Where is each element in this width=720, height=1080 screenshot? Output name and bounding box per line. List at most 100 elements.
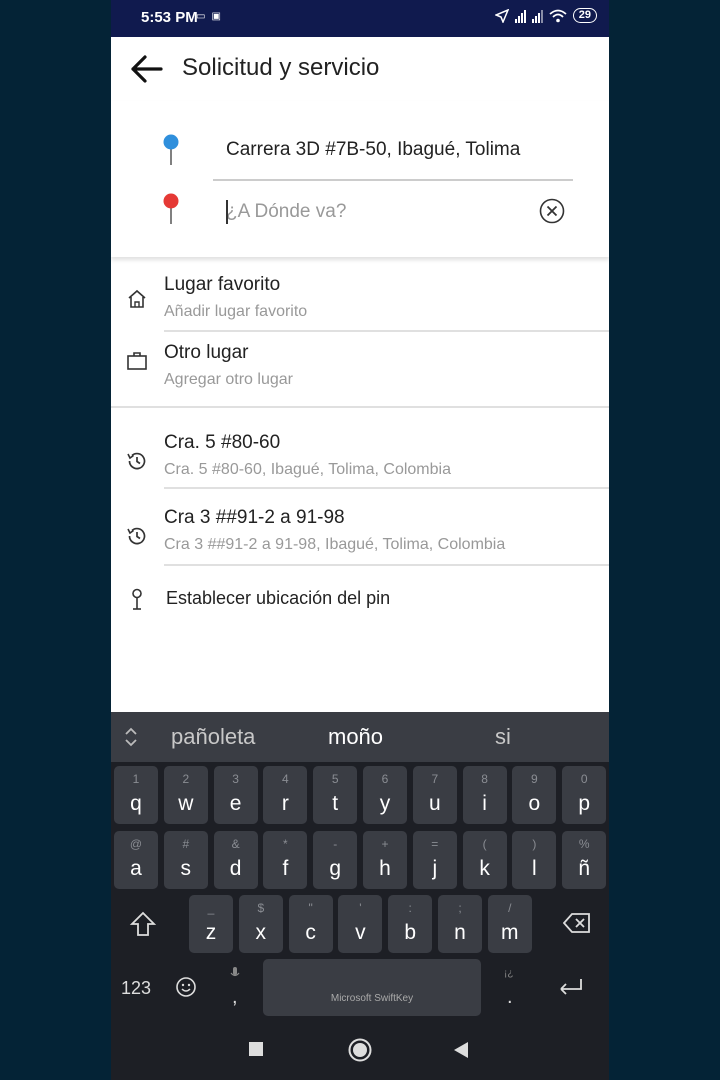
key-secondary-label: 7 [431,772,439,786]
list-item-title: Cra 3 ##91-2 a 91-98 [164,507,345,528]
key-label: g [329,857,342,880]
key-label: j [432,857,438,880]
wifi-icon [549,9,567,22]
key-secondary-label: 0 [580,772,588,786]
key-f[interactable]: * f [263,831,308,889]
pin-icon [132,588,142,610]
key-a[interactable]: @ a [114,831,158,889]
key-label: i [482,792,487,815]
key-m[interactable]: / m [487,895,532,953]
origin-field[interactable]: Carrera 3D #7B-50, Ibagué, Tolima [226,139,520,161]
key-secondary-label: / [508,901,512,915]
key-secondary-label: 6 [381,772,389,786]
key-secondary-label: 1 [132,772,140,786]
other-place-item[interactable]: Otro lugar Agregar otro lugar [111,332,609,404]
key-o[interactable]: 9o [512,766,557,824]
history-icon [127,527,146,545]
key-label: q [130,792,142,815]
list-item-subtitle: Añadir lugar favorito [164,303,308,320]
list-item-subtitle: Cra. 5 #80-60, Ibagué, Tolima, Colombia [164,461,451,478]
destination-input[interactable]: ¿A Dónde va? [226,201,346,223]
key-p[interactable]: 0p [562,766,607,824]
key-v[interactable]: ' v [338,895,383,953]
key-b[interactable]: :b [388,895,433,953]
key-secondary-label: $ [257,901,265,915]
key-l[interactable]: ) l [512,831,557,889]
key-secondary-label: " [308,901,313,915]
divider [213,179,573,181]
key-n[interactable]: ; n [438,895,482,953]
key-s[interactable]: # s [163,831,208,889]
key-u[interactable]: 7u [412,766,457,824]
key-e[interactable]: 3e [213,766,258,824]
key-h[interactable]: + h [363,831,407,889]
key-label: m [501,921,519,944]
suggestion-1[interactable]: pañoleta [171,724,255,750]
app-notification-icon: ▣ [211,11,221,22]
key-j[interactable]: = j [412,831,457,889]
expand-toolbar-icon[interactable] [123,726,139,748]
set-pin-location-item[interactable]: Establecer ubicación del pin [111,576,609,622]
key-secondary-label: 5 [331,772,339,786]
key-secondary-label: ' [359,901,362,915]
shift-icon[interactable] [129,910,157,938]
key-x[interactable]: $ x [238,895,283,953]
backspace-icon[interactable] [563,912,591,934]
key-y[interactable]: 6y [363,766,407,824]
divider [111,406,609,408]
suggestion-3[interactable]: si [495,724,511,750]
key-w[interactable]: 2w [163,766,208,824]
emoji-icon[interactable] [175,976,197,998]
key-label: t [332,792,339,815]
key-i[interactable]: 8i [462,766,507,824]
location-arrow-icon [494,8,509,23]
key-label: p [578,792,591,815]
key-label: z [205,921,217,944]
message-icon: ▭ [196,11,206,22]
numbers-key[interactable]: 123 [121,978,151,999]
microphone-icon[interactable] [230,966,240,980]
key-c[interactable]: " c [288,895,333,953]
key-label: a [130,857,142,880]
key-label: k [479,857,490,880]
recent-place-item[interactable]: Cra 3 ##91-2 a 91-98 Cra 3 ##91-2 a 91-9… [111,489,609,565]
route-panel: Carrera 3D #7B-50, Ibagué, Tolima ¿A Dón… [111,101,609,257]
key-q[interactable]: 1q [114,766,158,824]
key-label: f [282,857,289,880]
key-k[interactable]: (k [462,831,507,889]
space-key[interactable]: Microsoft SwiftKey [263,959,481,1016]
key-label: e [229,792,242,815]
page-title: Solicitud y servicio [182,54,380,81]
comma-key[interactable]: , [232,986,238,1009]
key-label: b [404,921,417,944]
enter-icon[interactable] [557,976,585,998]
list-item-title: Lugar favorito [164,274,281,295]
recents-icon[interactable] [249,1042,263,1056]
period-key[interactable]: . [507,986,513,1009]
back-button-icon[interactable] [453,1041,469,1059]
favorite-place-item[interactable]: Lugar favorito Añadir lugar favorito [111,258,609,330]
key-label: o [528,792,541,815]
key-secondary-label: % [578,837,590,851]
key-secondary-label: ) [532,837,537,851]
key-g[interactable]: -g [313,831,358,889]
key-label: s [180,857,192,880]
recent-place-item[interactable]: Cra. 5 #80-60 Cra. 5 #80-60, Ibagué, Tol… [111,410,609,486]
key-secondary-label: + [381,837,389,851]
back-arrow-icon[interactable] [129,51,165,87]
suggestion-2[interactable]: moño [328,724,383,750]
key-d[interactable]: & d [213,831,258,889]
key-label: v [355,921,366,944]
key-t[interactable]: 5t [313,766,358,824]
phone-screen: 5:53 PM ▭ ▣ 29 Solicitud y servicio Carr… [111,0,609,1080]
key-label: x [255,921,267,944]
key-secondary-label: ( [482,837,487,851]
key-secondary-label: 4 [282,772,289,786]
home-button-icon[interactable] [348,1038,372,1062]
key-secondary-label: 2 [182,772,190,786]
key-r[interactable]: 4r [263,766,308,824]
key-ñ[interactable]: % ñ [562,831,607,889]
clear-icon[interactable] [539,198,565,224]
list-item-title: Cra. 5 #80-60 [164,432,281,453]
key-z[interactable]: _ z [189,895,233,953]
